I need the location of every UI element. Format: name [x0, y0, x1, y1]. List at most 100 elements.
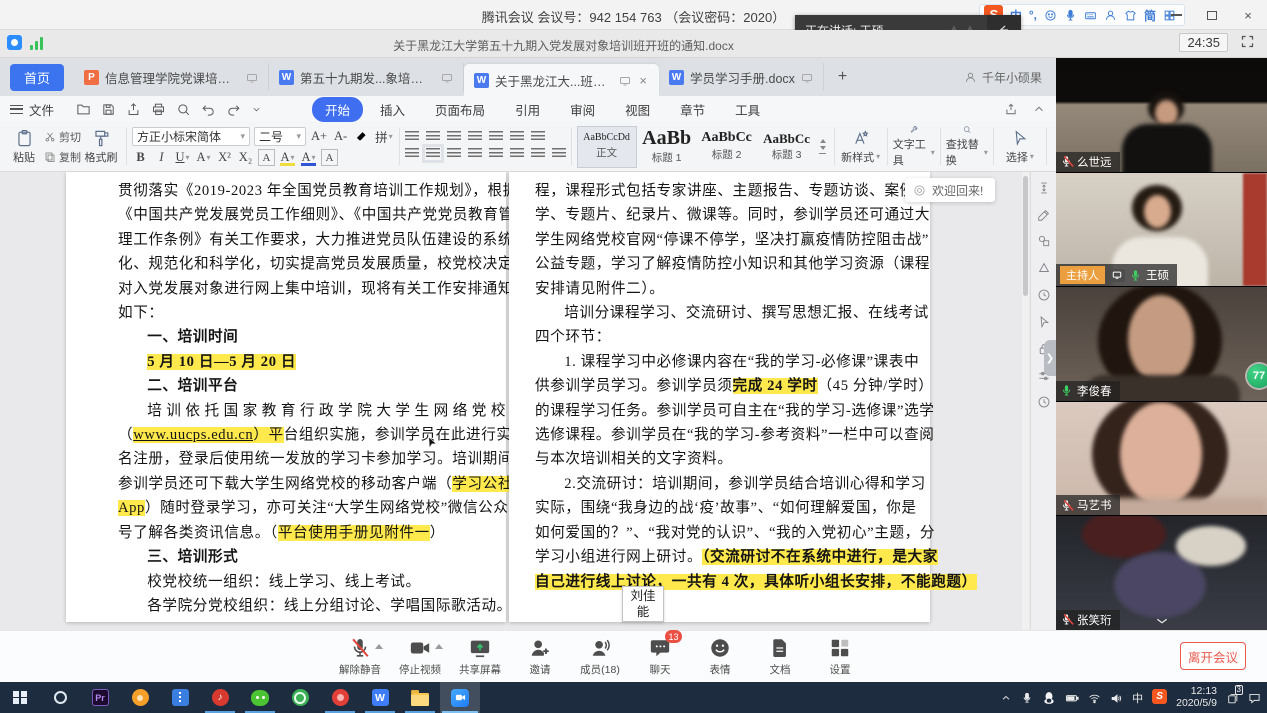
fit-page-icon[interactable] — [1037, 180, 1051, 195]
reading-timer-icon[interactable] — [1037, 287, 1051, 302]
taskbar-cortana-icon[interactable] — [40, 682, 80, 713]
表情-button[interactable]: 表情 — [694, 636, 746, 677]
video-tile-王硕[interactable]: 主持人王硕 — [1056, 173, 1267, 287]
input-language-indicator[interactable]: 中 — [1132, 690, 1143, 706]
save-button[interactable] — [101, 101, 116, 116]
notification-pages-icon[interactable]: 3 — [1226, 690, 1239, 704]
new-tab-button[interactable]: + — [824, 68, 861, 86]
shading-button[interactable] — [531, 148, 545, 162]
volume-icon[interactable] — [1110, 690, 1123, 704]
redo-button[interactable] — [226, 101, 241, 116]
floating-badge[interactable]: 77 — [1247, 364, 1267, 388]
ribbon-tab-视图[interactable]: 视图 — [612, 97, 663, 122]
bold-button[interactable]: B — [132, 149, 149, 166]
options-caret[interactable] — [375, 644, 383, 649]
bullet-list-button[interactable] — [405, 131, 419, 145]
font-color-button[interactable]: A▾ — [300, 149, 317, 166]
more-commands-button[interactable] — [251, 102, 262, 116]
video-tile-么世远[interactable]: 么世远 — [1056, 58, 1267, 172]
ribbon-tab-插入[interactable]: 插入 — [367, 97, 418, 122]
highlight-color-button[interactable]: A▾ — [279, 149, 296, 166]
video-tile-李俊春[interactable]: 李俊春 — [1056, 287, 1267, 401]
soft-keyboard-icon[interactable] — [1084, 9, 1097, 22]
vertical-scrollbar[interactable] — [1022, 172, 1029, 630]
copy-button[interactable]: 复制 — [44, 149, 81, 165]
collapse-ribbon-icon[interactable] — [1032, 102, 1046, 116]
新样式-button[interactable]: 新样式▾ — [840, 125, 882, 168]
history-icon[interactable] — [1037, 395, 1051, 410]
shrink-font-button[interactable]: A- — [332, 128, 349, 145]
justify-button[interactable] — [468, 148, 482, 162]
成员(18)-button[interactable]: 成员(18) — [574, 636, 626, 677]
align-center-button[interactable] — [426, 148, 440, 162]
clear-format-button[interactable] — [353, 128, 370, 145]
line-spacing-button[interactable] — [510, 148, 524, 162]
设置-button[interactable]: 设置 — [814, 636, 866, 677]
fullscreen-button[interactable] — [1240, 34, 1255, 52]
recycle-shape-icon[interactable] — [1037, 260, 1051, 275]
undo-button[interactable] — [201, 101, 216, 116]
document-canvas[interactable]: 贯彻落实《2019-2023 年全国党员教育培训工作规划》，根据《中国共产党发展… — [0, 172, 1056, 630]
停止视频-button[interactable]: 停止视频 — [394, 636, 446, 677]
subscript-button[interactable]: X₂ — [237, 149, 254, 166]
wifi-icon[interactable] — [1088, 690, 1101, 704]
distribute-button[interactable] — [489, 148, 503, 162]
font-name-select[interactable]: 方正小标宋简体▾ — [132, 127, 250, 146]
邀请-button[interactable]: 邀请 — [514, 636, 566, 677]
open-file-button[interactable] — [76, 101, 91, 116]
align-right-button[interactable] — [447, 148, 461, 162]
styles-scroll-buttons[interactable] — [817, 139, 829, 155]
style-标题 1[interactable]: AaBb标题 1 — [637, 126, 697, 168]
taskbar-netease-music-icon[interactable]: ♪ — [200, 682, 240, 713]
insert-table-button[interactable] — [531, 131, 545, 145]
format-painter-button[interactable]: 格式刷 — [81, 129, 121, 165]
文档-button[interactable]: 文档 — [754, 636, 806, 677]
simplified-traditional-icon[interactable]: 简 — [1144, 7, 1156, 24]
style-标题 3[interactable]: AaBbCc标题 3 — [757, 126, 817, 168]
taskbar-orange-app-icon[interactable] — [120, 682, 160, 713]
pointer-tool-icon[interactable] — [1037, 314, 1051, 329]
video-tile-马艺书[interactable]: 马艺书 — [1056, 402, 1267, 516]
tray-clock[interactable]: 12:132020/5/9 — [1176, 686, 1217, 709]
查找替换-button[interactable]: 查找替换▾ — [946, 125, 988, 168]
maximize-button[interactable] — [1205, 8, 1219, 22]
char-border-button[interactable]: A — [258, 149, 275, 166]
shapes-icon[interactable] — [1037, 234, 1051, 249]
decrease-indent-button[interactable] — [447, 131, 461, 145]
taskbar-premiere-icon[interactable]: Pr — [80, 682, 120, 713]
wps-doc-tab-1[interactable]: P信息管理学院党课培训动员 — [74, 63, 269, 91]
grow-font-button[interactable]: A+ — [310, 128, 328, 145]
wps-doc-tab-2[interactable]: W第五十九期发...象培训动员会 — [269, 63, 464, 91]
share-doc-icon[interactable] — [1004, 102, 1018, 116]
output-button[interactable] — [126, 101, 141, 116]
style-标题 2[interactable]: AaBbCc标题 2 — [697, 126, 757, 168]
tray-mic-icon[interactable] — [1021, 691, 1033, 705]
cut-button[interactable]: 剪切 — [44, 129, 81, 145]
close-button[interactable]: × — [1241, 8, 1255, 22]
taskbar-wechat-icon[interactable] — [240, 682, 280, 713]
voice-input-icon[interactable] — [1064, 9, 1077, 22]
increase-indent-button[interactable] — [468, 131, 482, 145]
font-size-select[interactable]: 二号▾ — [254, 127, 306, 146]
align-left-button[interactable] — [405, 148, 419, 162]
side-panel-expander[interactable]: ❯ — [1044, 340, 1056, 376]
document-page-left[interactable]: 贯彻落实《2019-2023 年全国党员教育培训工作规划》，根据《中国共产党发展… — [66, 172, 506, 622]
选择-button[interactable]: 选择▾ — [999, 125, 1041, 168]
underline-button[interactable]: U▾ — [174, 149, 191, 166]
number-list-button[interactable] — [426, 131, 440, 145]
wps-doc-tab-3[interactable]: W关于黑龙江大...班开班的通知× — [464, 64, 659, 96]
char-shading-button[interactable]: A — [321, 149, 338, 166]
taskbar-wps-icon[interactable]: W — [360, 682, 400, 713]
taskbar-red-app-icon[interactable] — [320, 682, 360, 713]
print-preview-button[interactable] — [176, 101, 191, 116]
minimize-button[interactable] — [1169, 8, 1183, 22]
figure-icon[interactable] — [1104, 9, 1117, 22]
文字工具-button[interactable]: 文字工具▾ — [893, 125, 935, 168]
taskbar-green-app-icon[interactable] — [280, 682, 320, 713]
superscript-button[interactable]: X² — [216, 149, 233, 166]
account-name[interactable]: 千年小硕果 — [964, 69, 1042, 86]
taskbar-archiver-icon[interactable] — [160, 682, 200, 713]
解除静音-button[interactable]: 解除静音 — [334, 636, 386, 677]
print-button[interactable] — [151, 101, 166, 116]
borders-button[interactable] — [552, 148, 566, 162]
